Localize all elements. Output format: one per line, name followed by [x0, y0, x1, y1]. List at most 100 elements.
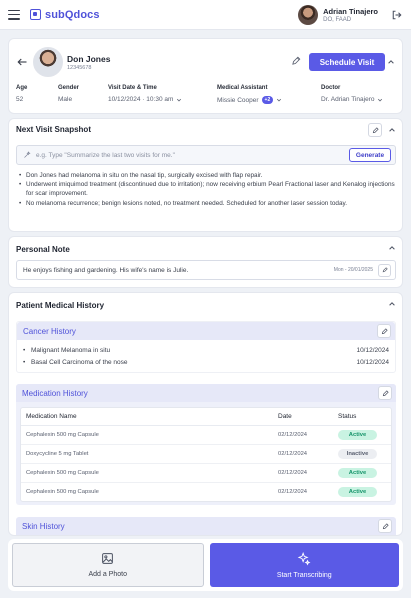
table-row[interactable]: Cephalexin 500 mg Capsule 02/12/2024 Act…: [21, 463, 391, 483]
info-label: Medical Assistant: [217, 85, 268, 91]
visit-datetime-select[interactable]: 10/12/2024 · 10:30 am: [108, 96, 217, 103]
status-badge: Inactive: [338, 448, 377, 459]
app-name: subQdocs: [45, 8, 100, 21]
info-gender: Gender Male: [58, 85, 108, 104]
condition-date: 10/12/2024: [356, 358, 389, 366]
condition-name: Basal Cell Carcinoma of the nose: [23, 357, 127, 369]
column-header-name: Medication Name: [21, 408, 273, 426]
chevron-down-icon[interactable]: [176, 97, 182, 103]
cancer-history-title: Cancer History: [23, 326, 76, 336]
medication-history-edit-button[interactable]: [378, 386, 392, 400]
chevron-down-icon[interactable]: [276, 97, 282, 103]
sparkle-icon: [297, 551, 311, 565]
more-assistants-badge[interactable]: +2: [261, 96, 274, 104]
doctor-value: Dr. Adrian Tinajero: [321, 96, 375, 103]
medical-assistant-select[interactable]: Missie Cooper +2: [217, 96, 321, 104]
status-badge: Active: [338, 467, 377, 478]
cancer-history-header[interactable]: Cancer History: [17, 322, 395, 340]
column-header-date: Date: [273, 408, 333, 426]
patient-avatar: [33, 47, 63, 77]
condition-date: 10/12/2024: [356, 347, 389, 354]
list-item: Underwent imiquimod treatment (discontin…: [19, 180, 397, 198]
info-visit-datetime[interactable]: Visit Date & Time 10/12/2024 · 10:30 am: [108, 85, 217, 104]
patient-name: Don Jones: [67, 54, 111, 64]
info-medical-assistant[interactable]: Medical Assistant Missie Cooper +2: [217, 85, 321, 104]
top-bar: subQdocs Adrian Tinajero DO, FAAD: [0, 0, 411, 30]
chevron-down-icon[interactable]: [377, 97, 383, 103]
medication-history-section: Medication History Medication Name Date …: [16, 384, 396, 505]
back-arrow-icon[interactable]: [16, 56, 28, 68]
patient-card: Don Jones 12345678 Schedule Visit Age 52…: [8, 38, 403, 114]
medication-date: 02/12/2024: [273, 463, 333, 483]
user-profile[interactable]: Adrian Tinajero DO, FAAD: [298, 4, 403, 25]
user-name: Adrian Tinajero: [323, 6, 378, 16]
chevron-up-icon[interactable]: [388, 244, 396, 252]
table-row[interactable]: Cephalexin 500 mg Capsule 02/12/2024 Act…: [21, 425, 391, 445]
logout-icon[interactable]: [391, 9, 403, 21]
doctor-select[interactable]: Dr. Adrian Tinajero: [321, 96, 396, 103]
info-label: Visit Date & Time: [108, 85, 157, 91]
generate-button[interactable]: Generate: [349, 148, 391, 162]
pencil-icon: [381, 327, 388, 334]
pencil-icon[interactable]: [291, 56, 301, 66]
user-avatar[interactable]: [298, 4, 319, 25]
condition-name: Malignant Melanoma in situ: [23, 345, 110, 357]
table-row[interactable]: Doxycycline 5 mg Tablet 02/12/2024 Inact…: [21, 444, 391, 464]
chevron-up-icon[interactable]: [387, 58, 395, 66]
medication-date: 02/12/2024: [273, 425, 333, 445]
snapshot-summary-list: Don Jones had melanoma in situ on the na…: [19, 171, 397, 208]
list-item: Basal Cell Carcinoma of the nose 10/12/2…: [23, 357, 389, 369]
medication-history-header[interactable]: Medication History: [16, 384, 396, 402]
pencil-icon: [382, 389, 389, 396]
list-item: No melanoma recurrence; benign lesions n…: [19, 199, 397, 208]
cancer-history-section: Cancer History Malignant Melanoma in sit…: [16, 321, 396, 373]
info-label: Age: [16, 85, 28, 91]
snapshot-prompt-input[interactable]: [36, 151, 349, 159]
medication-date: 02/12/2024: [273, 444, 333, 464]
next-visit-snapshot-card: Next Visit Snapshot Generate Don Jones h…: [8, 118, 403, 232]
table-header-row: Medication Name Date Status: [21, 408, 391, 426]
skin-history-header[interactable]: Skin History: [16, 517, 396, 535]
medication-name: Cephalexin 500 mg Capsule: [26, 488, 99, 495]
add-photo-button[interactable]: Add a Photo: [12, 543, 204, 587]
chevron-up-icon[interactable]: [388, 300, 396, 308]
visit-datetime-value: 10/12/2024 · 10:30 am: [108, 96, 174, 103]
medication-status-cell: Inactive: [333, 444, 391, 464]
chevron-up-icon[interactable]: [388, 126, 396, 134]
personal-note-edit-button[interactable]: [378, 263, 391, 277]
snapshot-prompt: Generate: [16, 145, 396, 165]
medication-name: Cephalexin 500 mg Capsule: [21, 425, 273, 445]
image-icon: [102, 553, 114, 564]
info-value: 52: [16, 96, 24, 103]
skin-history-edit-button[interactable]: [378, 519, 392, 533]
logo-icon: [30, 9, 41, 20]
pencil-icon: [372, 126, 379, 133]
list-item: Don Jones had melanoma in situ on the na…: [19, 171, 397, 180]
schedule-visit-button[interactable]: Schedule Visit: [309, 53, 385, 71]
start-transcribing-button[interactable]: Start Transcribing: [209, 543, 399, 587]
snapshot-edit-button[interactable]: [368, 123, 382, 137]
personal-note-date: Mon - 20/01/2025: [333, 267, 373, 273]
pencil-icon: [382, 267, 388, 273]
medication-name: Cephalexin 500 mg Capsule: [21, 463, 273, 483]
medical-assistant-value: Missie Cooper: [217, 96, 259, 104]
medication-status-cell: Active: [333, 482, 391, 501]
cancer-history-list: Malignant Melanoma in situ 10/12/2024 Ba…: [17, 340, 395, 368]
menu-icon[interactable]: [8, 9, 20, 20]
medication-history-title: Medication History: [22, 388, 88, 398]
medical-history-card: Patient Medical History Cancer History M…: [8, 292, 403, 536]
medication-table: Medication Name Date Status Cephalexin 5…: [20, 407, 392, 502]
info-label: Doctor: [321, 85, 341, 91]
medication-status-cell: Active: [333, 463, 391, 483]
personal-note-title: Personal Note: [16, 245, 70, 254]
table-row[interactable]: Cephalexin 500 mg Capsule 02/12/2024 Act…: [21, 482, 391, 501]
medication-status-cell: Active: [333, 425, 391, 445]
skin-history-section: Skin History: [16, 517, 396, 535]
user-role: DO, FAAD: [323, 16, 352, 23]
info-doctor[interactable]: Doctor Dr. Adrian Tinajero: [321, 85, 396, 104]
info-value: Male: [58, 96, 73, 103]
column-header-status: Status: [333, 408, 391, 426]
cancer-history-edit-button[interactable]: [377, 324, 391, 338]
sparkle-icon: [24, 151, 31, 158]
app-logo[interactable]: subQdocs: [30, 9, 100, 21]
